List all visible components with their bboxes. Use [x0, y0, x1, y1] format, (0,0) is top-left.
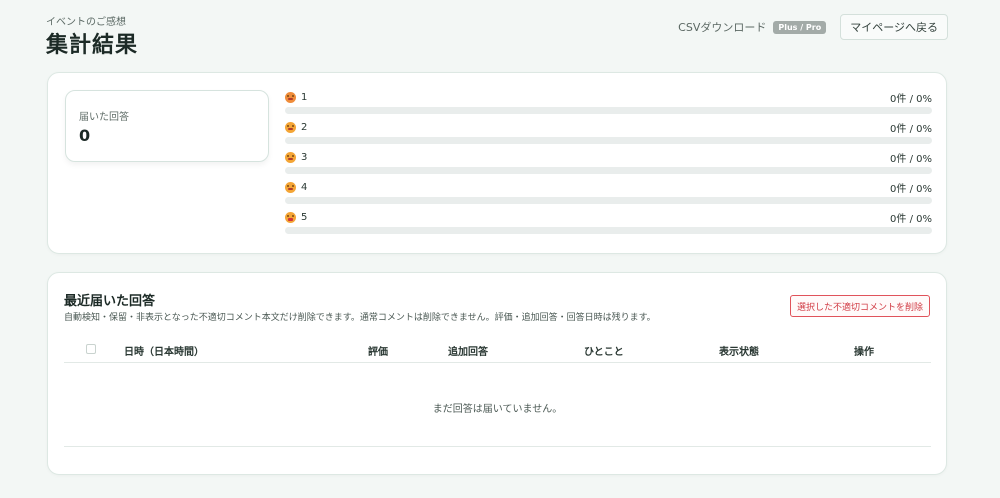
rating-label: 1 [301, 91, 308, 103]
csv-download-link[interactable]: CSVダウンロード Plus / Pro [678, 19, 827, 35]
rating-distribution: 1 0件 / 0% 2 0件 / 0% 3 0件 / 0% 4 0件 / 0% … [285, 90, 932, 240]
angry-face-icon [285, 91, 296, 103]
rating-value: 0件 / 0% [890, 213, 932, 225]
neutral-face-icon [285, 151, 296, 163]
recent-responses-card: 最近届いた回答 自動検知・保留・非表示となった不適切コメント本文だけ削除できます… [47, 272, 947, 475]
delete-selected-button[interactable]: 選択した不適切コメントを削除 [789, 295, 930, 317]
rating-bar [285, 107, 932, 114]
table-header: 日時（日本時間） 評価 追加回答 ひとこと 表示状態 操作 [64, 339, 931, 363]
page-eyebrow: イベントのご感想 [46, 17, 126, 28]
section-description: 自動検知・保留・非表示となった不適切コメント本文だけ削除できます。通常コメントは… [64, 313, 656, 323]
received-label: 届いた回答 [79, 112, 129, 123]
plan-badge: Plus / Pro [773, 20, 827, 34]
rating-value: 0件 / 0% [890, 153, 932, 165]
rating-value: 0件 / 0% [890, 123, 932, 135]
rating-value: 0件 / 0% [890, 93, 932, 105]
rating-value: 0件 / 0% [890, 183, 932, 195]
empty-state-message: まだ回答は届いていません。 [432, 404, 563, 415]
rating-row-1: 1 0件 / 0% [285, 90, 932, 120]
column-status: 表示状態 [719, 347, 759, 358]
rating-row-5: 5 0件 / 0% [285, 210, 932, 240]
grinning-face-icon [285, 211, 296, 223]
smiling-face-icon [285, 181, 296, 193]
table-divider [64, 446, 931, 447]
back-to-mypage-button[interactable]: マイページへ戻る [840, 14, 948, 40]
select-all-checkbox[interactable] [86, 344, 96, 354]
rating-bar [285, 227, 932, 234]
summary-card: 届いた回答 0 1 0件 / 0% 2 0件 / 0% 3 0件 / 0% 4 … [47, 72, 947, 254]
received-responses-box: 届いた回答 0 [65, 90, 269, 162]
rating-bar [285, 137, 932, 144]
column-extra-answer: 追加回答 [448, 347, 488, 358]
frowning-face-icon [285, 121, 296, 133]
column-action: 操作 [854, 347, 874, 358]
rating-label: 4 [301, 181, 308, 193]
header-actions: CSVダウンロード Plus / Pro マイページへ戻る [678, 14, 948, 40]
rating-label: 3 [301, 151, 308, 163]
rating-label: 2 [301, 121, 308, 133]
rating-bar [285, 197, 932, 204]
rating-row-4: 4 0件 / 0% [285, 180, 932, 210]
rating-bar [285, 167, 932, 174]
column-rating: 評価 [368, 347, 388, 358]
page-title: 集計結果 [46, 33, 139, 58]
section-title: 最近届いた回答 [64, 294, 156, 309]
received-count: 0 [79, 126, 91, 145]
rating-label: 5 [301, 211, 308, 223]
csv-download-label: CSVダウンロード [678, 21, 767, 34]
column-datetime: 日時（日本時間） [124, 347, 204, 358]
rating-row-3: 3 0件 / 0% [285, 150, 932, 180]
column-comment: ひとこと [584, 347, 624, 358]
rating-row-2: 2 0件 / 0% [285, 120, 932, 150]
